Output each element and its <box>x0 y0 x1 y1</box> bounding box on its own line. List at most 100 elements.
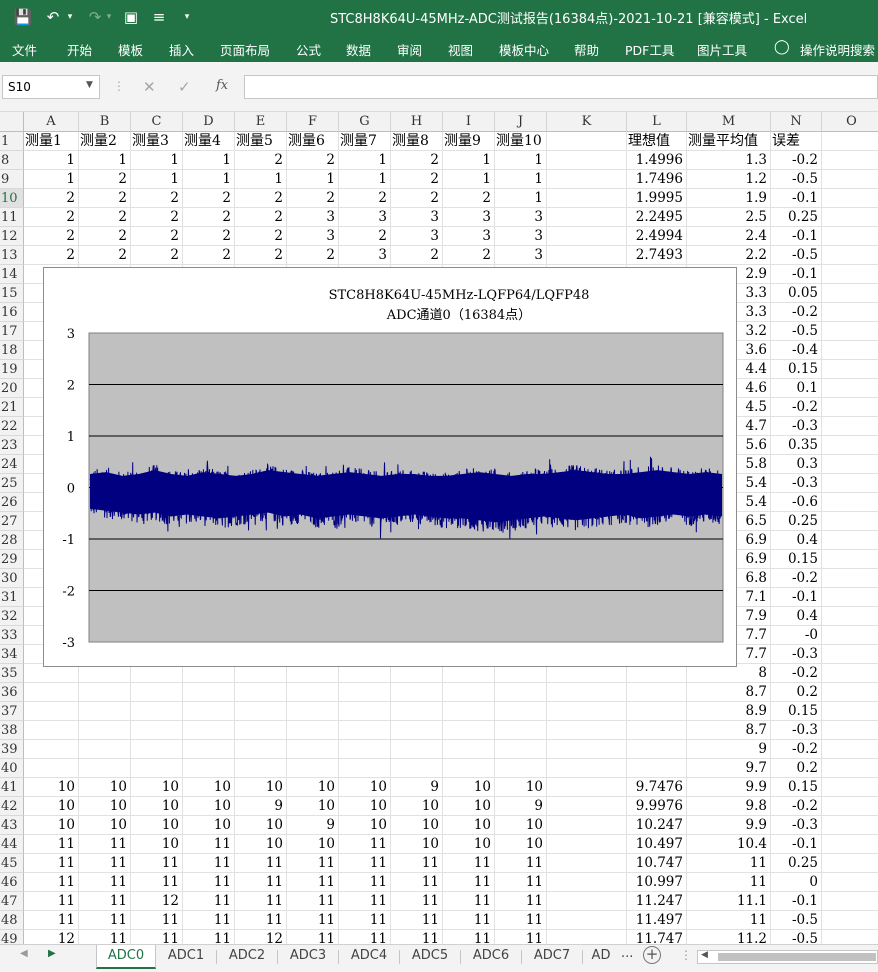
cell-h43[interactable]: 10 <box>391 816 443 835</box>
cell-g40[interactable] <box>339 759 391 778</box>
row-header-36[interactable]: 36 <box>0 683 24 702</box>
cell-n39[interactable]: -0.2 <box>771 740 822 759</box>
cell-e47[interactable]: 11 <box>235 892 287 911</box>
cell-o19[interactable] <box>822 360 878 379</box>
cell-l47[interactable]: 11.247 <box>627 892 687 911</box>
cell-d45[interactable]: 11 <box>183 854 235 873</box>
cell-b43[interactable]: 10 <box>79 816 131 835</box>
row-header-1[interactable]: 1 <box>0 132 24 151</box>
cell-j10[interactable]: 1 <box>495 189 547 208</box>
cell-c47[interactable]: 12 <box>131 892 183 911</box>
cell-n12[interactable]: -0.1 <box>771 227 822 246</box>
cell-o25[interactable] <box>822 474 878 493</box>
cell-b47[interactable]: 11 <box>79 892 131 911</box>
cell-d47[interactable]: 11 <box>183 892 235 911</box>
cell-e39[interactable] <box>235 740 287 759</box>
cell-o39[interactable] <box>822 740 878 759</box>
row-header-20[interactable]: 20 <box>0 379 24 398</box>
cell-b8[interactable]: 1 <box>79 151 131 170</box>
tab-insert[interactable]: 插入 <box>169 40 194 59</box>
cell-j11[interactable]: 3 <box>495 208 547 227</box>
cell-o40[interactable] <box>822 759 878 778</box>
cell-i36[interactable] <box>443 683 495 702</box>
cell-l42[interactable]: 9.9976 <box>627 797 687 816</box>
sheet-tab-adc2[interactable]: ADC2 <box>219 945 275 969</box>
cell-c9[interactable]: 1 <box>131 170 183 189</box>
cell-e8[interactable]: 2 <box>235 151 287 170</box>
cell-k11[interactable] <box>547 208 627 227</box>
cell-o34[interactable] <box>822 645 878 664</box>
cell-g41[interactable]: 10 <box>339 778 391 797</box>
sheet-tab-adc3[interactable]: ADC3 <box>280 945 336 969</box>
cell-a41[interactable]: 10 <box>24 778 79 797</box>
cell-j40[interactable] <box>495 759 547 778</box>
cell-f36[interactable] <box>287 683 339 702</box>
cell-k9[interactable] <box>547 170 627 189</box>
customize-qat-icon[interactable]: ▾ <box>180 0 194 34</box>
row-header-19[interactable]: 19 <box>0 360 24 379</box>
cell-g45[interactable]: 11 <box>339 854 391 873</box>
cell-f42[interactable]: 10 <box>287 797 339 816</box>
cell-i37[interactable] <box>443 702 495 721</box>
cell-n42[interactable]: -0.2 <box>771 797 822 816</box>
cell-j45[interactable]: 11 <box>495 854 547 873</box>
cell-o35[interactable] <box>822 664 878 683</box>
cell-f13[interactable]: 2 <box>287 246 339 265</box>
cell-e12[interactable]: 2 <box>235 227 287 246</box>
cell-e11[interactable]: 2 <box>235 208 287 227</box>
cell-b39[interactable] <box>79 740 131 759</box>
row-header-40[interactable]: 40 <box>0 759 24 778</box>
cell-n24[interactable]: 0.3 <box>771 455 822 474</box>
cell-n45[interactable]: 0.25 <box>771 854 822 873</box>
cell-l49[interactable]: 11.747 <box>627 930 687 944</box>
cell-h8[interactable]: 2 <box>391 151 443 170</box>
row-header-21[interactable]: 21 <box>0 398 24 417</box>
cell-j43[interactable]: 10 <box>495 816 547 835</box>
cell-i43[interactable]: 10 <box>443 816 495 835</box>
cell-n8[interactable]: -0.2 <box>771 151 822 170</box>
tab-help[interactable]: 帮助 <box>574 40 599 59</box>
cell-h10[interactable]: 2 <box>391 189 443 208</box>
cell-n44[interactable]: -0.1 <box>771 835 822 854</box>
cell-f8[interactable]: 2 <box>287 151 339 170</box>
cell-o48[interactable] <box>822 911 878 930</box>
cell-o45[interactable] <box>822 854 878 873</box>
cell-l46[interactable]: 10.997 <box>627 873 687 892</box>
cell-e48[interactable]: 11 <box>235 911 287 930</box>
cell-d42[interactable]: 10 <box>183 797 235 816</box>
cell-o37[interactable] <box>822 702 878 721</box>
cell-m36[interactable]: 8.7 <box>687 683 771 702</box>
cell-b38[interactable] <box>79 721 131 740</box>
cell-c36[interactable] <box>131 683 183 702</box>
cell-o20[interactable] <box>822 379 878 398</box>
cell-b36[interactable] <box>79 683 131 702</box>
cell-i47[interactable]: 11 <box>443 892 495 911</box>
cell-e10[interactable]: 2 <box>235 189 287 208</box>
cell-g37[interactable] <box>339 702 391 721</box>
cell-n41[interactable]: 0.15 <box>771 778 822 797</box>
tab-home[interactable]: 开始 <box>67 40 92 59</box>
sheet-tab-truncated[interactable]: AD <box>587 945 615 969</box>
cell-c43[interactable]: 10 <box>131 816 183 835</box>
cell-l13[interactable]: 2.7493 <box>627 246 687 265</box>
row-header-13[interactable]: 13 <box>0 246 24 265</box>
sheet-tab-adc6[interactable]: ADC6 <box>463 945 519 969</box>
cell-a1[interactable]: 测量1 <box>24 132 79 151</box>
cell-g48[interactable]: 11 <box>339 911 391 930</box>
cell-i39[interactable] <box>443 740 495 759</box>
cell-b44[interactable]: 11 <box>79 835 131 854</box>
cell-d36[interactable] <box>183 683 235 702</box>
column-header-k[interactable]: K <box>547 112 627 132</box>
row-header-39[interactable]: 39 <box>0 740 24 759</box>
cell-c1[interactable]: 测量3 <box>131 132 183 151</box>
cell-k42[interactable] <box>547 797 627 816</box>
cell-e38[interactable] <box>235 721 287 740</box>
cell-k45[interactable] <box>547 854 627 873</box>
cell-n47[interactable]: -0.1 <box>771 892 822 911</box>
previous-sheet-icon[interactable]: ◀ <box>20 948 28 959</box>
cell-h11[interactable]: 3 <box>391 208 443 227</box>
column-header-b[interactable]: B <box>79 112 131 132</box>
cell-n17[interactable]: -0.5 <box>771 322 822 341</box>
cell-f39[interactable] <box>287 740 339 759</box>
cell-o47[interactable] <box>822 892 878 911</box>
